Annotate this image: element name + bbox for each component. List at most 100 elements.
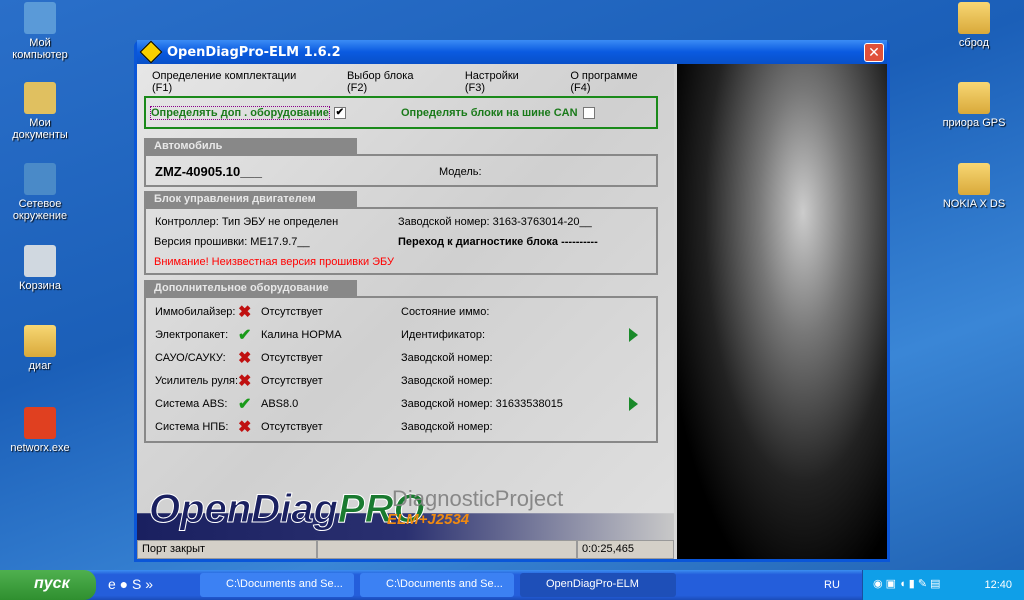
desktop-icon-label: Мои документы: [12, 117, 68, 141]
app-logo-icon: [139, 40, 163, 64]
status-bar: Порт закрыт 0:0:25,465: [137, 540, 674, 559]
desktop-icon-image: [24, 163, 56, 195]
car-image: [677, 64, 887, 559]
check-icon: ✔: [238, 327, 252, 344]
desktop-icon-label: приора GPS: [942, 117, 1006, 129]
extra-value: Калина НОРМА: [261, 329, 342, 341]
menu-bar: Определение комплектации (F1) Выбор блок…: [137, 70, 674, 94]
detect-can-option[interactable]: Определять блоки на шине CAN: [401, 107, 595, 119]
extra-label: САУО/САУКУ:: [155, 352, 226, 364]
ecu-box: Контроллер: Тип ЭБУ не определен Заводск…: [144, 207, 658, 275]
desktop-icon-label: Сетевое окружение: [12, 198, 68, 222]
taskbar: пуск e ● S » C:\Documents and Se... C:\D…: [0, 570, 1024, 600]
check-icon: ✔: [238, 396, 252, 413]
taskbar-button-explorer-2[interactable]: C:\Documents and Se...: [360, 573, 514, 597]
desktop-icon-image: [24, 82, 56, 114]
desktop-icon[interactable]: приора GPS: [934, 82, 1014, 129]
engine-value: ZMZ-40905.10___: [155, 164, 262, 179]
extra-header: Дополнительное оборудование: [144, 280, 357, 296]
taskbar-button-explorer-1[interactable]: C:\Documents and Se...: [200, 573, 354, 597]
language-indicator[interactable]: RU: [824, 579, 840, 591]
desktop-icon[interactable]: Сетевое окружение: [0, 163, 80, 222]
cross-icon: ✖: [238, 350, 252, 367]
desktop-icon-label: Корзина: [19, 280, 61, 292]
options-group: Определять доп . оборудование ✔ Определят…: [144, 96, 658, 129]
goto-diagnostics-link[interactable]: Переход к диагностике блока ----------: [398, 236, 598, 248]
ecu-serial: Заводской номер: 3163-3763014-20__: [398, 216, 592, 228]
car-box: ZMZ-40905.10___ Модель:: [144, 154, 658, 187]
car-header: Автомобиль: [144, 138, 357, 154]
title-bar[interactable]: OpenDiagPro-ELM 1.6.2: [137, 40, 887, 64]
extra-right-info: Идентификатор:: [401, 329, 486, 341]
cross-icon: ✖: [238, 419, 252, 436]
extra-value: Отсутствует: [261, 352, 323, 364]
extra-label: Иммобилайзер:: [155, 306, 236, 318]
app-window: OpenDiagPro-ELM 1.6.2 ✕ Определение комп…: [134, 40, 890, 562]
ecu-header: Блок управления двигателем: [144, 191, 357, 207]
taskbar-button-opendiag[interactable]: OpenDiagPro-ELM: [520, 573, 676, 597]
desktop-icon-label: Мой компьютер: [12, 37, 68, 61]
desktop-icon[interactable]: сброд: [934, 2, 1014, 49]
menu-select-block[interactable]: Выбор блока (F2): [332, 70, 450, 94]
desktop-icon-image: [24, 325, 56, 357]
model-label: Модель:: [439, 166, 482, 178]
brand-subtitle: DiagnosticProject: [392, 486, 564, 511]
status-time: 0:0:25,465: [577, 540, 674, 559]
system-tray: ◉ ▣ ◖ ▮ ✎ ▤ 12:40: [862, 570, 1024, 600]
detect-extra-option[interactable]: Определять доп . оборудование ✔: [150, 106, 346, 120]
desktop-icon-image: [24, 2, 56, 34]
detect-can-label: Определять блоки на шине CAN: [401, 107, 578, 119]
extra-value: ABS8.0: [261, 398, 299, 410]
desktop-icon-image: [24, 407, 56, 439]
main-panel: Определение комплектации (F1) Выбор блок…: [137, 64, 674, 559]
desktop-icon[interactable]: NOKIA X DS: [934, 163, 1014, 210]
ecu-controller: Контроллер: Тип ЭБУ не определен: [155, 216, 339, 228]
detect-extra-label: Определять доп . оборудование: [150, 106, 330, 120]
desktop-icon-image: [24, 245, 56, 277]
window-title: OpenDiagPro-ELM 1.6.2: [167, 44, 341, 60]
quicklaunch-icons[interactable]: e ● S »: [108, 576, 153, 592]
extra-label: Система ABS:: [155, 398, 228, 410]
menu-settings[interactable]: Настройки (F3): [450, 70, 555, 94]
folder-icon: [958, 2, 990, 34]
brand-elm: ELM+J2534: [387, 511, 470, 528]
play-arrow-icon[interactable]: [629, 328, 638, 342]
extra-value: Отсутствует: [261, 421, 323, 433]
desktop-icon-label: NOKIA X DS: [942, 198, 1006, 210]
menu-configuration[interactable]: Определение комплектации (F1): [137, 70, 332, 94]
cross-icon: ✖: [238, 373, 252, 390]
play-arrow-icon[interactable]: [629, 397, 638, 411]
tray-icons[interactable]: ◉ ▣ ◖ ▮ ✎ ▤: [873, 577, 941, 590]
close-button[interactable]: ✕: [864, 43, 884, 62]
folder-icon: [958, 82, 990, 114]
desktop-icon[interactable]: networx.exe: [0, 407, 80, 454]
ecu-warning: Внимание! Неизвестная версия прошивки ЭБ…: [154, 256, 395, 268]
cross-icon: ✖: [238, 304, 252, 321]
start-button[interactable]: пуск: [0, 570, 96, 600]
extra-label: Усилитель руля:: [155, 375, 239, 387]
desktop-icon-label: сброд: [958, 37, 990, 49]
menu-about[interactable]: О программе (F4): [555, 70, 674, 94]
extra-right-info: Состояние иммо:: [401, 306, 490, 318]
extra-right-info: Заводской номер:: [401, 352, 493, 364]
desktop-icon-label: диаг: [28, 360, 52, 372]
status-port: Порт закрыт: [137, 540, 317, 559]
desktop-icon[interactable]: Мои документы: [0, 82, 80, 141]
desktop-icon[interactable]: Корзина: [0, 245, 80, 292]
extra-right-info: Заводской номер: 31633538015: [401, 398, 563, 410]
desktop-icon[interactable]: Мой компьютер: [0, 2, 80, 61]
clock: 12:40: [984, 579, 1012, 591]
detect-extra-checkbox[interactable]: ✔: [333, 107, 346, 119]
extra-right-info: Заводской номер:: [401, 375, 493, 387]
desktop-icon-label: networx.exe: [10, 442, 70, 454]
folder-icon: [958, 163, 990, 195]
extra-label: Система НПБ:: [155, 421, 229, 433]
desktop-icon[interactable]: диаг: [0, 325, 80, 372]
extra-right-info: Заводской номер:: [401, 421, 493, 433]
extra-value: Отсутствует: [261, 306, 323, 318]
brand-logo: OpenDiagPRO: [149, 487, 426, 532]
extra-box: Иммобилайзер: ✖ Отсутствует Состояние иммо:…: [144, 296, 658, 443]
extra-label: Электропакет:: [155, 329, 229, 341]
ecu-firmware: Версия прошивки: ME17.9.7__: [154, 236, 310, 248]
detect-can-checkbox[interactable]: [582, 107, 595, 119]
